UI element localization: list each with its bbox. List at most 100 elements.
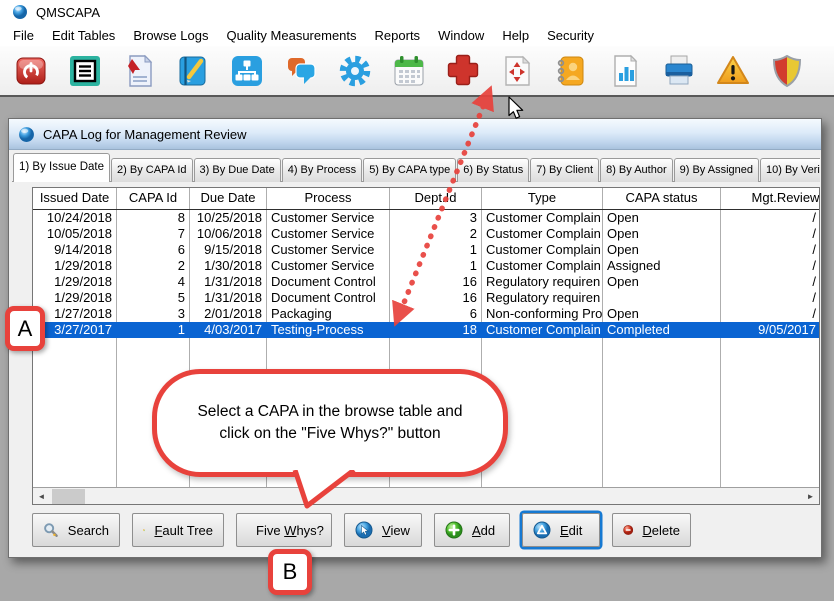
table-cell: Customer Complain <box>482 210 603 226</box>
org-chart-icon[interactable] <box>228 52 266 90</box>
tab-by-verifier[interactable]: 10) By Verifier <box>760 158 820 182</box>
table-cell <box>603 354 721 370</box>
scroll-right-button[interactable]: ► <box>802 488 819 504</box>
column-header[interactable]: CAPA status <box>603 188 721 209</box>
table-cell <box>33 466 117 482</box>
table-cell <box>721 418 820 434</box>
menu-window[interactable]: Window <box>429 25 493 46</box>
security-shield-icon[interactable] <box>768 52 806 90</box>
table-row[interactable]: 1/27/201832/01/2018Packaging6Non-conform… <box>33 306 819 322</box>
toolbar <box>0 46 834 97</box>
column-header[interactable]: Issued Date <box>33 188 117 209</box>
report-chart-icon[interactable] <box>606 52 644 90</box>
table-cell <box>603 338 721 354</box>
tab-by-capa-id[interactable]: 2) By CAPA Id <box>111 158 193 182</box>
menu-edit-tables[interactable]: Edit Tables <box>43 25 124 46</box>
table-cell: 1 <box>117 322 190 338</box>
table-row[interactable]: 10/05/2018710/06/2018Customer Service2Cu… <box>33 226 819 242</box>
scroll-left-button[interactable]: ◄ <box>33 488 50 504</box>
menu-file[interactable]: File <box>4 25 43 46</box>
column-header[interactable]: Dept.Id <box>390 188 482 209</box>
menu-browse-logs[interactable]: Browse Logs <box>124 25 217 46</box>
table-cell <box>603 466 721 482</box>
tab-by-status[interactable]: 6) By Status <box>457 158 529 182</box>
edit-notebook-icon[interactable] <box>174 52 212 90</box>
table-cell: Open <box>603 274 721 290</box>
button-label: Search <box>68 523 109 538</box>
column-header[interactable]: Type <box>482 188 603 209</box>
five-whys-button[interactable]: Five Whys? <box>236 513 332 547</box>
table-cell: 3/27/2017 <box>33 322 117 338</box>
window-globe-icon <box>18 126 35 143</box>
tab-by-capa-type[interactable]: 5) By CAPA type <box>363 158 456 182</box>
table-cell: / <box>721 210 820 226</box>
app-globe-icon <box>12 4 28 20</box>
button-label: Add <box>472 523 495 538</box>
table-cell: 1/29/2018 <box>33 290 117 306</box>
table-row[interactable]: 1/29/201851/31/2018Document Control16Reg… <box>33 290 819 306</box>
menu-reports[interactable]: Reports <box>366 25 430 46</box>
document-viewer-icon[interactable] <box>120 52 158 90</box>
edit-sphere-icon <box>533 521 551 539</box>
tab-by-process[interactable]: 4) By Process <box>282 158 362 182</box>
window-titlebar[interactable]: CAPA Log for Management Review <box>9 119 821 150</box>
table-cell: Customer Service <box>267 210 390 226</box>
browse-tables-icon[interactable] <box>66 52 104 90</box>
add-record-icon[interactable] <box>444 52 482 90</box>
table-row[interactable]: 3/27/201714/03/2017Testing-Process18Cust… <box>33 322 819 338</box>
alerts-icon[interactable] <box>714 52 752 90</box>
contacts-icon[interactable] <box>552 52 590 90</box>
table-cell: 6 <box>390 306 482 322</box>
table-cell <box>33 418 117 434</box>
calendar-icon[interactable] <box>390 52 428 90</box>
table-cell <box>390 354 482 370</box>
table-cell: Open <box>603 242 721 258</box>
view-button[interactable]: View <box>344 513 422 547</box>
delete-button[interactable]: Delete <box>612 513 691 547</box>
scrollbar-thumb[interactable] <box>52 489 85 504</box>
column-header[interactable]: CAPA Id <box>117 188 190 209</box>
edit-button[interactable]: Edit <box>522 513 600 547</box>
instruction-callout: Select a CAPA in the browse table and cl… <box>152 369 508 477</box>
capa-log-window: CAPA Log for Management Review 1) By Iss… <box>8 118 822 558</box>
add-button[interactable]: Add <box>434 513 510 547</box>
tab-by-assigned[interactable]: 9) By Assigned <box>674 158 759 182</box>
tab-by-due-date[interactable]: 3) By Due Date <box>194 158 281 182</box>
table-cell <box>390 338 482 354</box>
print-icon[interactable] <box>660 52 698 90</box>
table-cell: 1/29/2018 <box>33 258 117 274</box>
table-cell: 18 <box>390 322 482 338</box>
settings-icon[interactable] <box>336 52 374 90</box>
tab-by-author[interactable]: 8) By Author <box>600 158 673 182</box>
messages-icon[interactable] <box>282 52 320 90</box>
five-whys-icon[interactable] <box>498 52 536 90</box>
exit-icon[interactable] <box>12 52 50 90</box>
table-row[interactable]: 1/29/201821/30/2018Customer Service1Cust… <box>33 258 819 274</box>
search-button[interactable]: Search <box>32 513 120 547</box>
table-row[interactable]: 1/29/201841/31/2018Document Control16Reg… <box>33 274 819 290</box>
tab-by-client[interactable]: 7) By Client <box>530 158 599 182</box>
column-header[interactable]: Due Date <box>190 188 267 209</box>
table-cell: 10/06/2018 <box>190 226 267 242</box>
table-cell: / <box>721 226 820 242</box>
table-cell: / <box>721 258 820 274</box>
annotation-badge-a: A <box>5 306 45 351</box>
menu-help[interactable]: Help <box>493 25 538 46</box>
horizontal-scrollbar[interactable]: ◄ ► <box>33 487 819 504</box>
column-header[interactable]: Process <box>267 188 390 209</box>
table-cell: 1/31/2018 <box>190 290 267 306</box>
button-label: Five Whys? <box>256 523 324 538</box>
table-row <box>33 354 819 370</box>
table-cell: / <box>721 274 820 290</box>
table-cell: Customer Complain <box>482 258 603 274</box>
table-row[interactable]: 10/24/2018810/25/2018Customer Service3Cu… <box>33 210 819 226</box>
table-cell: / <box>721 306 820 322</box>
table-cell: 1/27/2018 <box>33 306 117 322</box>
tab-by-issue-date[interactable]: 1) By Issue Date <box>13 153 110 182</box>
table-row[interactable]: 9/14/201869/15/2018Customer Service1Cust… <box>33 242 819 258</box>
menu-security[interactable]: Security <box>538 25 603 46</box>
fault-tree-button[interactable]: Fault Tree <box>132 513 224 547</box>
window-title: CAPA Log for Management Review <box>43 127 247 142</box>
menu-quality-measurements[interactable]: Quality Measurements <box>217 25 365 46</box>
column-header[interactable]: Mgt.Review <box>721 188 820 209</box>
